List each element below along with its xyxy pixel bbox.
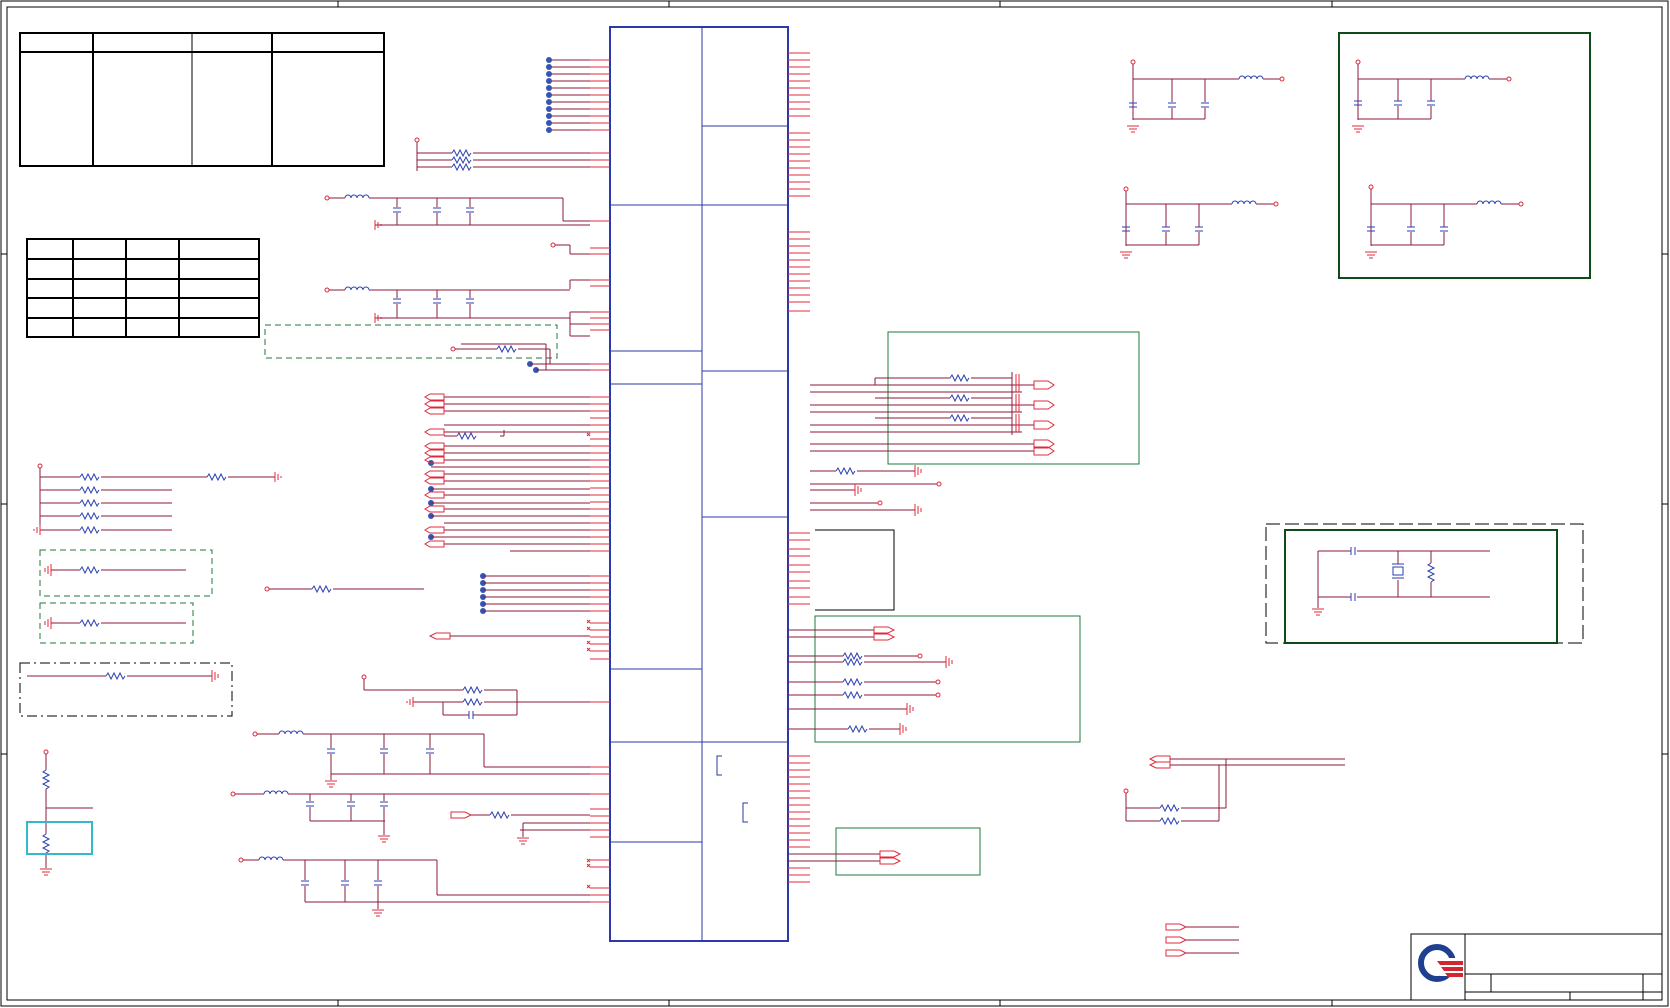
- power-filter-4: [230, 790, 590, 843]
- data-bus-lower: [483, 575, 590, 612]
- config-table-1: [19, 32, 385, 167]
- config-table-2: [26, 238, 260, 338]
- interface-termination-group: [788, 615, 1081, 743]
- optional-circuit-box-3: [39, 602, 194, 644]
- optional-circuit-box-1: [264, 324, 590, 371]
- right-pulldowns: [810, 465, 942, 516]
- main-ic-left-pins: [590, 59, 610, 903]
- main-ic-symbol: [609, 26, 789, 942]
- optional-circuit-box-4: [19, 662, 233, 717]
- power-filter-top-right-2: [1120, 186, 1279, 259]
- pullup-resistor-group: [414, 137, 590, 172]
- no-connect-marks: [586, 432, 591, 889]
- alt-power-filter-box: [1338, 32, 1591, 279]
- power-filter-top-right-1: [1127, 59, 1285, 133]
- offpage-resistor-link: [450, 810, 590, 845]
- main-ic-right-pins: [788, 52, 810, 883]
- voltage-divider: [26, 749, 93, 876]
- control-wires-a: [550, 242, 590, 289]
- level-shifter-group: [810, 331, 1140, 465]
- signal-bus-left: [424, 393, 590, 640]
- power-filter-5: [238, 856, 590, 917]
- bus-wires-right-lower: [1123, 755, 1345, 826]
- series-resistor-mid: [264, 584, 424, 594]
- address-bus-lines: [549, 59, 590, 131]
- loopback-wire: [815, 529, 895, 611]
- optional-circuit-box-2: [39, 549, 213, 597]
- power-filter-3: [252, 730, 590, 788]
- usb-connector-group: [788, 827, 981, 876]
- schematic-canvas: [0, 0, 1669, 1007]
- power-filter-2: [324, 286, 590, 337]
- strap-resistors-left: [33, 463, 282, 535]
- power-filter-1: [324, 194, 590, 230]
- company-logo-icon: [1418, 944, 1463, 982]
- offpage-connectors-bottom: [1165, 923, 1239, 957]
- rc-network-lower: [361, 674, 590, 719]
- crystal-oscillator-circuit: [1265, 523, 1584, 644]
